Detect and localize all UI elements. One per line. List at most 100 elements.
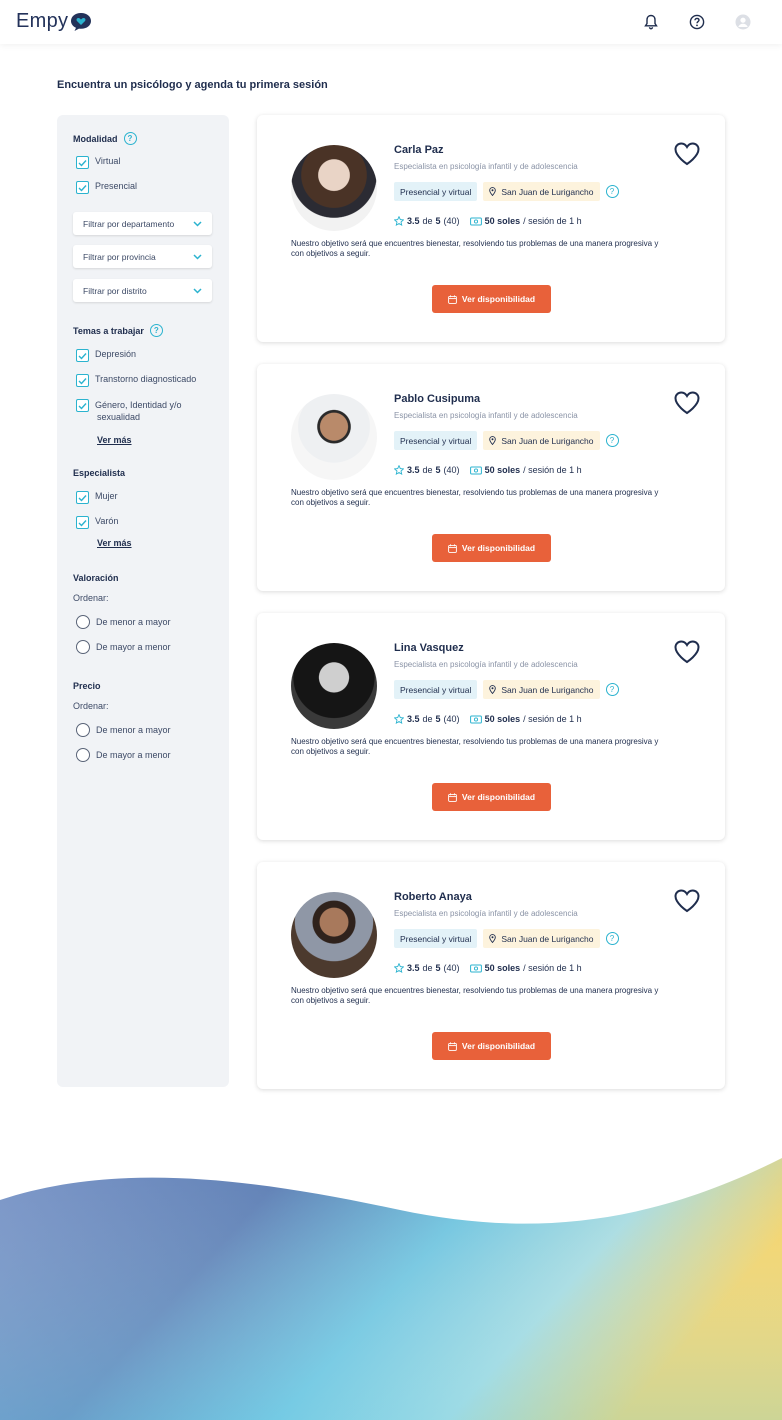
money-icon xyxy=(469,715,482,723)
rating-value: 3.5 xyxy=(407,465,420,475)
checkbox-depresion[interactable]: Depresión xyxy=(76,349,136,362)
favorite-heart-icon[interactable] xyxy=(674,640,700,669)
radio-valoracion-mayor-menor[interactable]: De mayor a menor xyxy=(76,640,171,654)
psychologist-card-1: Carla Paz Especialista en psicología inf… xyxy=(257,115,725,342)
help-icon[interactable]: ? xyxy=(605,932,619,945)
favorite-heart-icon[interactable] xyxy=(674,142,700,171)
location-badge: San Juan de Lurigancho xyxy=(483,680,600,699)
review-count: (40) xyxy=(443,963,460,973)
price: 50 soles / sesión de 1 h xyxy=(469,465,582,475)
psychologist-description: Nuestro objetivo será que encuentres bie… xyxy=(291,737,659,756)
rating-value: 3.5 xyxy=(407,714,420,724)
precio-heading: Precio xyxy=(73,681,101,691)
button-label: Ver disponibilidad xyxy=(461,792,536,802)
rating-value: 3.5 xyxy=(407,216,420,226)
select-distrito[interactable]: Filtrar por distrito xyxy=(73,279,212,302)
rating-max: 5 xyxy=(435,714,441,724)
top-navigation-bar: Empy xyxy=(0,0,782,44)
checkbox-mujer[interactable]: Mujer xyxy=(76,491,118,504)
rating-of: de xyxy=(422,216,433,226)
help-icon[interactable]: ? xyxy=(605,434,619,447)
precio-ordenar-label: Ordenar: xyxy=(73,701,109,711)
help-icon[interactable]: ? xyxy=(605,185,619,198)
help-icon[interactable]: ? xyxy=(149,324,163,337)
psychologist-name[interactable]: Carla Paz xyxy=(394,144,444,156)
price: 50 soles / sesión de 1 h xyxy=(469,963,582,973)
location-badge: San Juan de Lurigancho xyxy=(483,182,600,201)
logo-heart-bubble-icon xyxy=(71,12,92,31)
check-icon xyxy=(76,374,89,387)
ver-mas-especialista-link[interactable]: Ver más xyxy=(97,538,132,548)
select-departamento[interactable]: Filtrar por departamento xyxy=(73,212,212,235)
checkbox-presencial[interactable]: Presencial xyxy=(76,181,137,194)
location-text: San Juan de Lurigancho xyxy=(501,933,594,944)
modality-badge: Presencial y virtual xyxy=(394,182,478,201)
location-pin-icon xyxy=(489,934,497,943)
bell-icon[interactable] xyxy=(640,11,662,33)
radio-circle xyxy=(76,640,90,654)
psychologist-photo xyxy=(291,394,377,480)
review-count: (40) xyxy=(443,714,460,724)
chevron-down-icon xyxy=(193,253,202,260)
star-icon xyxy=(394,714,404,724)
psychologist-specialty: Especialista en psicología infantil y de… xyxy=(394,162,578,171)
ver-disponibilidad-button[interactable]: Ver disponibilidad xyxy=(432,1032,551,1060)
psychologist-name[interactable]: Lina Vasquez xyxy=(394,642,464,654)
radio-valoracion-menor-mayor[interactable]: De menor a mayor xyxy=(76,615,171,629)
ver-mas-temas-link[interactable]: Ver más xyxy=(97,435,132,445)
help-icon[interactable]: ? xyxy=(123,132,137,145)
psychologist-photo xyxy=(291,145,377,231)
filters-sidebar: Modalidad ? Virtual Presencial Filtrar p… xyxy=(57,115,229,1087)
check-icon xyxy=(76,516,89,529)
chevron-down-icon xyxy=(193,220,202,227)
chevron-down-icon xyxy=(193,287,202,294)
ver-disponibilidad-button[interactable]: Ver disponibilidad xyxy=(432,783,551,811)
checkbox-transtorno[interactable]: Transtorno diagnosticado xyxy=(76,374,196,387)
logo[interactable]: Empy xyxy=(16,10,92,33)
review-count: (40) xyxy=(443,465,460,475)
price-unit: / sesión de 1 h xyxy=(523,714,582,724)
psychologist-photo xyxy=(291,892,377,978)
price: 50 soles / sesión de 1 h xyxy=(469,216,582,226)
calendar-icon xyxy=(448,294,457,304)
favorite-heart-icon[interactable] xyxy=(674,391,700,420)
rating-of: de xyxy=(422,714,433,724)
check-icon xyxy=(76,399,89,412)
especialista-heading: Especialista xyxy=(73,468,126,478)
price-value: 50 soles xyxy=(484,714,521,724)
psychologist-name[interactable]: Pablo Cusipuma xyxy=(394,393,480,405)
button-label: Ver disponibilidad xyxy=(461,543,536,553)
review-count: (40) xyxy=(443,216,460,226)
modality-badge: Presencial y virtual xyxy=(394,431,478,450)
location-text: San Juan de Lurigancho xyxy=(501,435,594,446)
temas-heading: Temas a trabajar ? xyxy=(73,324,163,337)
check-icon xyxy=(76,491,89,504)
psychologist-photo xyxy=(291,643,377,729)
psychologist-name[interactable]: Roberto Anaya xyxy=(394,891,472,903)
psychologist-card-2: Pablo Cusipuma Especialista en psicologí… xyxy=(257,364,725,591)
help-icon[interactable] xyxy=(686,11,708,33)
checkbox-virtual[interactable]: Virtual xyxy=(76,156,120,169)
user-avatar-icon[interactable] xyxy=(732,11,754,33)
location-text: San Juan de Lurigancho xyxy=(501,186,594,197)
select-provincia[interactable]: Filtrar por provincia xyxy=(73,245,212,268)
rating: 3.5 de 5 (40) xyxy=(394,963,460,973)
favorite-heart-icon[interactable] xyxy=(674,889,700,918)
price-value: 50 soles xyxy=(484,465,521,475)
calendar-icon xyxy=(448,792,457,802)
radio-circle xyxy=(76,615,90,629)
ver-disponibilidad-button[interactable]: Ver disponibilidad xyxy=(432,285,551,313)
checkbox-varon[interactable]: Varón xyxy=(76,516,118,529)
radio-precio-mayor-menor[interactable]: De mayor a menor xyxy=(76,748,171,762)
radio-precio-menor-mayor[interactable]: De menor a mayor xyxy=(76,723,171,737)
price-value: 50 soles xyxy=(484,963,521,973)
checkbox-genero[interactable]: Género, Identidad y/o sexualidad xyxy=(76,399,182,423)
price-value: 50 soles xyxy=(484,216,521,226)
ver-disponibilidad-button[interactable]: Ver disponibilidad xyxy=(432,534,551,562)
psychologist-specialty: Especialista en psicología infantil y de… xyxy=(394,660,578,669)
modality-badge: Presencial y virtual xyxy=(394,680,478,699)
help-icon[interactable]: ? xyxy=(605,683,619,696)
money-icon xyxy=(469,466,482,474)
psychologist-description: Nuestro objetivo será que encuentres bie… xyxy=(291,488,659,507)
modality-badge: Presencial y virtual xyxy=(394,929,478,948)
